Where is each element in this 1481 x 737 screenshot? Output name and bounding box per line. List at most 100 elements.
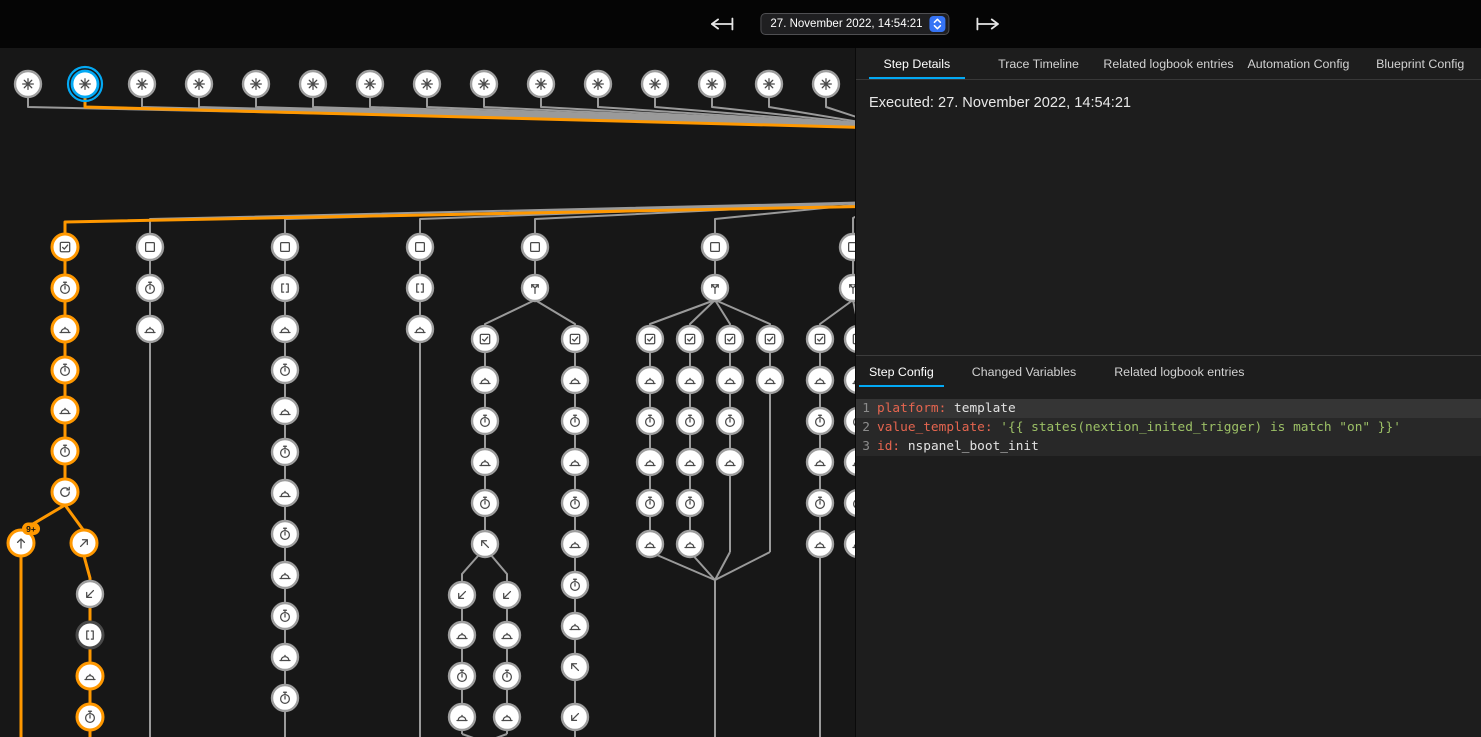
graph-node-timer[interactable] [472,490,498,516]
graph-node-dome[interactable] [807,531,833,557]
graph-node-square[interactable] [137,234,163,260]
graph-node-check[interactable] [637,326,663,352]
graph-node-arrow-nw[interactable] [562,654,588,680]
graph-node-dome[interactable] [449,704,475,730]
graph-node-trigger[interactable] [243,71,269,97]
graph-node-check[interactable] [562,326,588,352]
graph-node-square[interactable] [522,234,548,260]
tab-step-details[interactable]: Step Details [856,48,978,79]
graph-node-brackets[interactable] [77,622,103,648]
graph-node-trigger[interactable] [699,71,725,97]
graph-node-split[interactable] [840,275,855,301]
graph-node-dome[interactable] [845,449,855,475]
graph-node-dome[interactable] [272,562,298,588]
graph-node-square[interactable] [407,234,433,260]
graph-node-timer[interactable] [52,438,78,464]
graph-node-dome[interactable] [677,531,703,557]
tab-related-logbook-entries[interactable]: Related logbook entries [1099,48,1237,79]
graph-node-timer[interactable] [449,663,475,689]
graph-node-timer[interactable] [272,603,298,629]
graph-node-timer[interactable] [52,275,78,301]
graph-node-square[interactable] [840,234,855,260]
graph-node-dome[interactable] [807,367,833,393]
graph-node-timer[interactable] [807,408,833,434]
graph-node-timer[interactable] [562,408,588,434]
graph-node-check[interactable] [52,234,78,260]
graph-node-dome[interactable] [52,316,78,342]
step-config-editor[interactable]: 1platform: template2value_template: '{{ … [856,399,1481,456]
graph-node-dome[interactable] [562,613,588,639]
graph-node-timer[interactable] [494,663,520,689]
graph-node-dome[interactable] [757,367,783,393]
graph-node-timer[interactable] [637,490,663,516]
graph-node-trigger[interactable] [813,71,839,97]
graph-node-timer[interactable] [52,357,78,383]
graph-node-check[interactable] [845,326,855,352]
graph-node-dome[interactable] [845,367,855,393]
graph-node-timer[interactable] [562,572,588,598]
tab-changed-variables[interactable]: Changed Variables [960,356,1088,387]
graph-node-check[interactable] [717,326,743,352]
graph-node-dome[interactable] [845,531,855,557]
graph-node-timer[interactable] [472,408,498,434]
graph-node-dome[interactable] [677,449,703,475]
graph-node-check[interactable] [807,326,833,352]
graph-node-trigger[interactable] [186,71,212,97]
tab-trace-timeline[interactable]: Trace Timeline [978,48,1100,79]
graph-node-timer[interactable] [637,408,663,434]
graph-node-timer[interactable] [807,490,833,516]
graph-node-check[interactable] [472,326,498,352]
graph-node-timer[interactable] [272,439,298,465]
graph-node-trigger[interactable] [357,71,383,97]
graph-node-split[interactable] [522,275,548,301]
graph-node-trigger[interactable] [68,67,102,101]
tab-step-config[interactable]: Step Config [857,356,946,387]
graph-node-square[interactable] [272,234,298,260]
graph-node-trigger[interactable] [471,71,497,97]
graph-node-trigger[interactable] [300,71,326,97]
graph-node-trigger[interactable] [642,71,668,97]
graph-node-dome[interactable] [494,622,520,648]
graph-node-dome[interactable] [472,367,498,393]
graph-node-brackets[interactable] [272,275,298,301]
graph-node-dome[interactable] [472,449,498,475]
graph-node-dome[interactable] [637,531,663,557]
graph-node-timer[interactable] [677,408,703,434]
next-run-button[interactable] [974,15,1004,33]
graph-node-dome[interactable] [449,622,475,648]
tab-related-logbook-entries[interactable]: Related logbook entries [1102,356,1256,387]
graph-node-dome[interactable] [272,644,298,670]
graph-node-trigger[interactable] [129,71,155,97]
graph-node-timer[interactable] [272,685,298,711]
graph-node-timer[interactable] [77,704,103,730]
graph-node-dome[interactable] [272,480,298,506]
previous-run-button[interactable] [706,15,736,33]
graph-node-check[interactable] [677,326,703,352]
graph-node-dome[interactable] [494,704,520,730]
graph-node-dome[interactable] [562,449,588,475]
graph-node-trigger[interactable] [414,71,440,97]
graph-node-square[interactable] [702,234,728,260]
graph-node-dome[interactable] [77,663,103,689]
graph-node-timer[interactable] [677,490,703,516]
tab-automation-config[interactable]: Automation Config [1238,48,1360,79]
graph-node-dome[interactable] [562,531,588,557]
graph-node-split[interactable] [702,275,728,301]
graph-node-dome[interactable] [717,449,743,475]
graph-node-dome[interactable] [677,367,703,393]
graph-node-arrow-sw[interactable] [449,582,475,608]
graph-node-timer[interactable] [845,408,855,434]
graph-node-arrow-ne[interactable] [71,530,97,556]
graph-node-dome[interactable] [562,367,588,393]
graph-node-dome[interactable] [52,397,78,423]
graph-node-dome[interactable] [272,316,298,342]
graph-node-arrow-sw[interactable] [562,704,588,730]
graph-node-dome[interactable] [807,449,833,475]
graph-node-dome[interactable] [272,398,298,424]
graph-node-trigger[interactable] [756,71,782,97]
graph-node-trigger[interactable] [528,71,554,97]
graph-node-dome[interactable] [407,316,433,342]
run-select[interactable]: 27. November 2022, 14:54:21 [760,13,949,35]
graph-node-timer[interactable] [272,357,298,383]
graph-node-timer[interactable] [845,490,855,516]
